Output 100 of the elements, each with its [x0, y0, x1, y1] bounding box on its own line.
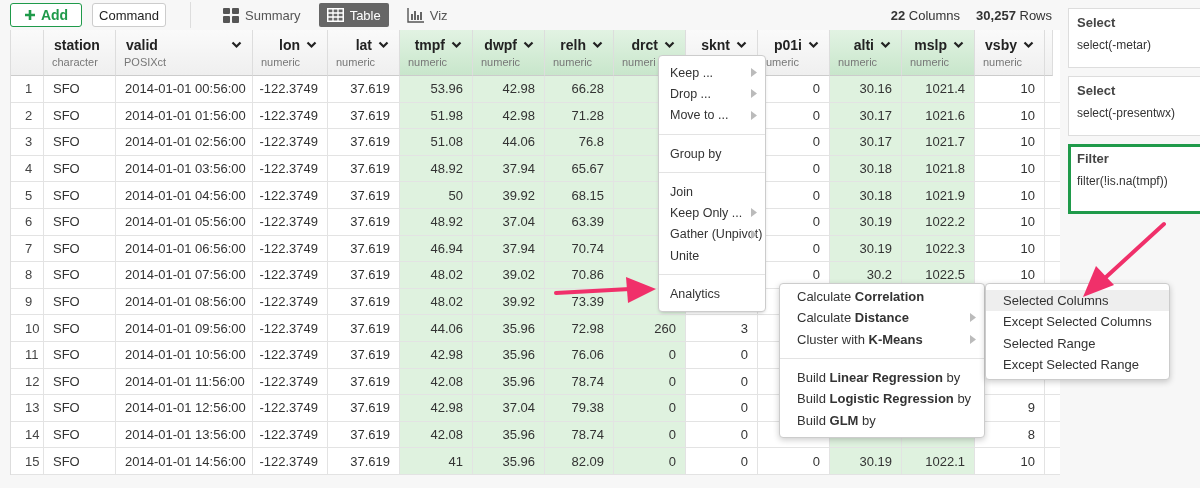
column-header[interactable]: valid POSIXct	[116, 30, 253, 76]
column-name: dwpf	[484, 37, 517, 53]
column-name: vsby	[985, 37, 1017, 53]
chevron-icon[interactable]	[306, 41, 317, 49]
column-header[interactable]: relh numeric	[545, 30, 614, 76]
table-cell: 30.19	[830, 448, 902, 475]
chevron-icon[interactable]	[451, 41, 462, 49]
view-tab[interactable]: Table	[318, 3, 389, 27]
column-name: lon	[279, 37, 300, 53]
step-code: filter(!is.na(tmpf))	[1077, 174, 1169, 188]
chevron-icon[interactable]	[736, 41, 747, 49]
table-cell: 0	[614, 368, 686, 396]
table-cell: SFO	[44, 262, 116, 289]
chevron-icon[interactable]	[808, 41, 819, 49]
table-cell: -122.3749	[253, 368, 328, 396]
column-header[interactable]: tmpf numeric	[400, 30, 473, 76]
column-name: p01i	[774, 37, 802, 53]
table-cell: 76.8	[545, 129, 614, 156]
column-type: numeric	[336, 56, 376, 68]
column-name: alti	[853, 37, 874, 53]
table-cell: 68.15	[545, 182, 614, 209]
table-cell: 48.92	[400, 155, 473, 183]
table-cell: 0	[686, 341, 758, 369]
step-card[interactable]: Select select(-presentwx)	[1068, 76, 1200, 136]
table-cell: 2014-01-01 13:56:00	[116, 421, 253, 449]
menu-item[interactable]: Calculate Correlation	[780, 286, 984, 308]
column-name: mslp	[914, 37, 947, 53]
table-cell: 65.67	[545, 155, 614, 183]
column-type: numeric	[553, 56, 593, 68]
table-cell: SFO	[44, 395, 116, 422]
table-cell: -122.3749	[253, 235, 328, 263]
column-header[interactable]: p01i umeric	[758, 30, 830, 76]
table-cell: 48.02	[400, 288, 473, 316]
table-cell: SFO	[44, 102, 116, 130]
chevron-icon[interactable]	[231, 41, 242, 49]
table-cell: 42.08	[400, 368, 473, 396]
table-cell: 2014-01-01 14:56:00	[116, 448, 253, 475]
view-tab[interactable]: Viz	[398, 3, 456, 27]
column-header[interactable]: alti numeric	[830, 30, 902, 76]
menu-item[interactable]: Except Selected Range	[986, 353, 1169, 376]
step-card[interactable]: Filter filter(!is.na(tmpf))	[1068, 144, 1200, 214]
row-number: 13	[11, 395, 44, 422]
menu-item[interactable]: Cluster with K-Means	[780, 328, 984, 350]
table-cell: 37.04	[473, 208, 545, 236]
chevron-icon[interactable]	[953, 41, 964, 49]
menu-item[interactable]: Build Linear Regression by	[780, 366, 984, 389]
table-cell: 2014-01-01 04:56:00	[116, 182, 253, 209]
table-cell: 35.96	[473, 341, 545, 369]
column-header[interactable]: station character	[44, 30, 116, 76]
table-cell: 260	[614, 315, 686, 342]
chevron-icon[interactable]	[880, 41, 891, 49]
table-cell: 82.09	[545, 448, 614, 475]
step-code: select(-presentwx)	[1077, 106, 1177, 120]
table-cell: 1021.4	[902, 76, 975, 103]
table-cell: -122.3749	[253, 208, 328, 236]
table-cell: 0	[614, 448, 686, 475]
menu-item[interactable]: Except Selected Columns	[986, 311, 1169, 333]
column-header[interactable]: vsby numeric	[975, 30, 1045, 76]
table-cell: SFO	[44, 368, 116, 396]
add-button[interactable]: Add	[10, 3, 82, 27]
row-number: 11	[11, 341, 44, 369]
submenu-arrow-icon	[751, 68, 757, 77]
menu-item[interactable]: Selected Range	[986, 332, 1169, 354]
view-tab[interactable]: Summary	[215, 3, 309, 27]
row-number: 4	[11, 155, 44, 183]
chevron-icon[interactable]	[523, 41, 534, 49]
command-button[interactable]: Command	[92, 3, 166, 27]
table-cell: 10	[975, 235, 1045, 263]
table-cell: 44.06	[400, 315, 473, 342]
table-cell: 35.96	[473, 315, 545, 342]
row-number: 15	[11, 448, 44, 475]
column-header[interactable]: lon numeric	[253, 30, 328, 76]
grid-icon	[223, 7, 239, 23]
table-cell: 42.98	[400, 341, 473, 369]
table-cell: 2014-01-01 01:56:00	[116, 102, 253, 130]
table-cell: SFO	[44, 76, 116, 103]
row-number: 3	[11, 129, 44, 156]
column-header[interactable]: dwpf numeric	[473, 30, 545, 76]
table-cell: 30.16	[830, 76, 902, 103]
menu-item[interactable]: Calculate Distance	[780, 307, 984, 329]
table-cell: 42.98	[400, 395, 473, 422]
row-number: 9	[11, 288, 44, 316]
table-cell: 0	[686, 421, 758, 449]
table-cell: 10	[975, 76, 1045, 103]
step-card[interactable]: Select select(-metar)	[1068, 8, 1200, 68]
column-header[interactable]: mslp numeric	[902, 30, 975, 76]
table-cell: -122.3749	[253, 448, 328, 475]
step-title: Select	[1077, 83, 1117, 98]
table-cell: SFO	[44, 208, 116, 236]
row-number: 10	[11, 315, 44, 342]
column-name: station	[54, 37, 100, 53]
chevron-icon[interactable]	[664, 41, 675, 49]
chevron-icon[interactable]	[378, 41, 389, 49]
chevron-icon[interactable]	[1023, 41, 1034, 49]
table-cell: SFO	[44, 421, 116, 449]
table-cell: 2014-01-01 03:56:00	[116, 155, 253, 183]
menu-item[interactable]: Selected Columns	[986, 290, 1169, 312]
column-header[interactable]: lat numeric	[328, 30, 400, 76]
chevron-icon[interactable]	[592, 41, 603, 49]
table-cell: 39.02	[473, 262, 545, 289]
